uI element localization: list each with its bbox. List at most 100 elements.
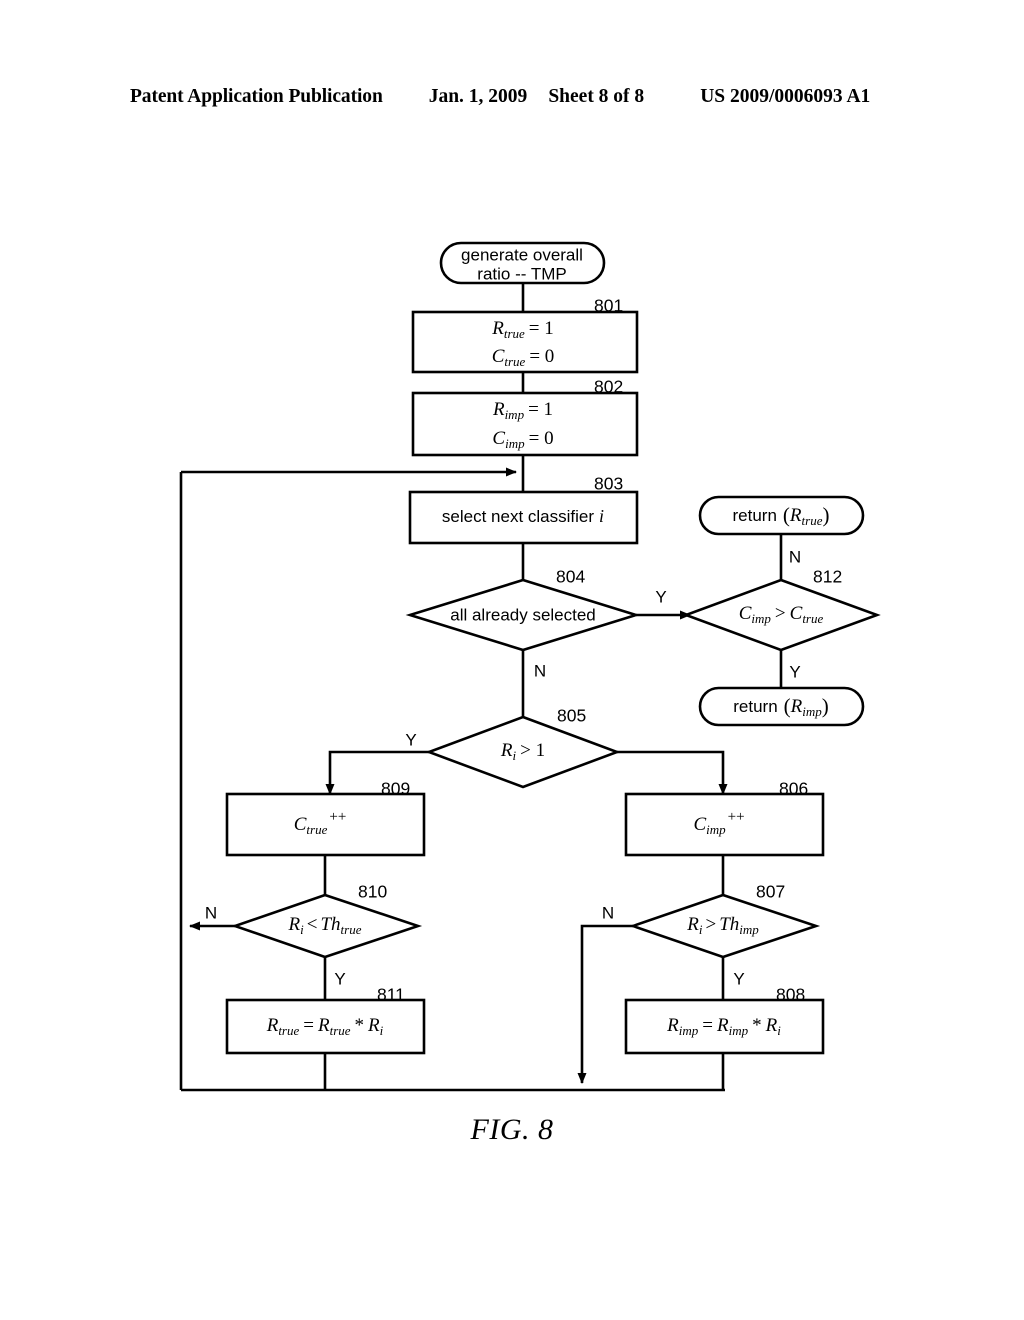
node-809: 809 Ctrue++ bbox=[225, 779, 426, 857]
node-start: generate overall ratio -- TMP bbox=[439, 241, 606, 285]
edge-805-to-806 bbox=[617, 750, 728, 795]
d812-rhs-var: C bbox=[790, 603, 803, 624]
b809-var: C bbox=[294, 814, 307, 835]
box-803-label: select next classifier i bbox=[442, 506, 604, 526]
b809-rest: ++ bbox=[329, 809, 346, 825]
box-802-shape bbox=[411, 391, 639, 457]
ref-806: 806 bbox=[779, 779, 808, 799]
box-801-line1-var: R bbox=[491, 318, 504, 339]
node-805: 805 Ri > 1 bbox=[425, 706, 621, 789]
box-801-line1-sub: true bbox=[504, 326, 525, 341]
b808-lhs-var: R bbox=[666, 1015, 679, 1036]
box-801-line2-var: C bbox=[492, 346, 505, 367]
ref-807: 807 bbox=[756, 882, 785, 902]
branch-label-807-no: N bbox=[602, 903, 614, 922]
box-803-text: select next classifier bbox=[442, 507, 594, 526]
b808-rhs-var: R bbox=[716, 1015, 729, 1036]
box-802-line1-sub: imp bbox=[505, 407, 525, 422]
d812-op: > bbox=[775, 603, 786, 624]
d807-lhs-sub: i bbox=[699, 922, 703, 937]
box-801-line2-sub: true bbox=[504, 354, 525, 369]
b808-rhs-sub: imp bbox=[729, 1023, 749, 1038]
d810-rhs-var: Th bbox=[320, 914, 340, 935]
d812-lhs-sub: imp bbox=[751, 611, 771, 626]
b811-rhs-var: R bbox=[317, 1015, 330, 1036]
node-807: 807 Ri > Thimp bbox=[629, 882, 821, 959]
box-802-line2-rest: = 0 bbox=[529, 428, 554, 449]
ref-802: 802 bbox=[594, 377, 623, 397]
b808-lhs-sub: imp bbox=[679, 1023, 699, 1038]
return-true-text: return bbox=[733, 506, 777, 525]
box-803-var: i bbox=[599, 506, 604, 526]
node-808: 808 Rimp = Rimp * Ri bbox=[624, 985, 825, 1055]
node-812: 812 Cimp > Ctrue bbox=[682, 567, 881, 652]
b808-factor-sub: i bbox=[777, 1023, 781, 1038]
b808-factor-var: R bbox=[765, 1015, 778, 1036]
box-802-line2-sub: imp bbox=[505, 436, 525, 451]
branch-label-805-yes: Y bbox=[405, 730, 416, 749]
node-804: 804 all already selected bbox=[405, 567, 641, 652]
return-imp-shape bbox=[698, 686, 865, 727]
d810-lhs-sub: i bbox=[300, 922, 304, 937]
d807-rhs-sub: imp bbox=[739, 922, 759, 937]
d805-rest: > 1 bbox=[520, 740, 545, 761]
start-label-line1: generate overall bbox=[461, 245, 583, 264]
diamond-804-label: all already selected bbox=[450, 605, 596, 624]
node-return-imp: return (Rimp) bbox=[698, 686, 865, 727]
patent-page: Patent Application Publication Jan. 1, 2… bbox=[0, 0, 1024, 1320]
branch-label-804-no: N bbox=[534, 661, 546, 680]
b811-star: * bbox=[355, 1015, 365, 1036]
return-true-sub: true bbox=[802, 513, 823, 528]
d810-lhs-var: R bbox=[288, 914, 301, 935]
return-true-open-paren: ( bbox=[783, 503, 790, 527]
figure-caption: FIG. 8 bbox=[470, 1113, 554, 1146]
d807-rhs-var: Th bbox=[719, 914, 739, 935]
box-802-line2-var: C bbox=[492, 428, 505, 449]
node-810: 810 Ri < Thtrue bbox=[231, 882, 423, 959]
box-801-line2-rest: = 0 bbox=[529, 346, 554, 367]
return-true-var: R bbox=[789, 505, 802, 526]
ref-805: 805 bbox=[557, 706, 586, 726]
d807-lhs-var: R bbox=[686, 914, 699, 935]
d812-rhs-sub: true bbox=[802, 611, 823, 626]
b811-eq: = bbox=[303, 1015, 314, 1036]
d807-op: > bbox=[705, 914, 716, 935]
diamond-805-label: Ri > 1 bbox=[500, 740, 545, 763]
ref-803: 803 bbox=[594, 474, 623, 494]
branch-label-810-yes: Y bbox=[334, 969, 345, 988]
box-802-line1-rest: = 1 bbox=[528, 399, 553, 420]
b811-lhs-sub: true bbox=[278, 1023, 299, 1038]
branch-label-812-yes: Y bbox=[789, 662, 800, 681]
return-true-shape bbox=[698, 495, 865, 536]
d810-rhs-sub: true bbox=[341, 922, 362, 937]
branch-label-812-no: N bbox=[789, 547, 801, 566]
branch-label-807-yes: Y bbox=[733, 969, 744, 988]
b806-sub: imp bbox=[706, 822, 726, 837]
b808-eq: = bbox=[702, 1015, 713, 1036]
ref-810: 810 bbox=[358, 882, 387, 902]
node-806: 806 Cimp++ bbox=[624, 779, 825, 857]
d805-sub: i bbox=[513, 748, 517, 763]
branch-label-810-no: N bbox=[205, 903, 217, 922]
node-801: 801 Rtrue = 1 Ctrue = 0 bbox=[411, 296, 639, 374]
box-802-line1-var: R bbox=[492, 399, 505, 420]
d812-lhs-var: C bbox=[739, 603, 752, 624]
edge-805-Y-to-809 bbox=[325, 750, 429, 795]
ref-811: 811 bbox=[377, 985, 405, 1005]
ref-812: 812 bbox=[813, 567, 842, 587]
ref-808: 808 bbox=[776, 985, 805, 1005]
b811-factor-var: R bbox=[367, 1015, 380, 1036]
node-return-true: return (Rtrue) bbox=[698, 495, 865, 536]
b806-var: C bbox=[693, 814, 706, 835]
ref-804: 804 bbox=[556, 567, 585, 587]
ref-809: 809 bbox=[381, 779, 410, 799]
b808-star: * bbox=[752, 1015, 762, 1036]
return-imp-var: R bbox=[790, 696, 803, 717]
b809-sub: true bbox=[306, 822, 327, 837]
return-imp-close-paren: ) bbox=[822, 694, 829, 718]
d805-var: R bbox=[500, 740, 513, 761]
b811-factor-sub: i bbox=[380, 1023, 384, 1038]
b806-rest: ++ bbox=[728, 809, 745, 825]
return-imp-sub: imp bbox=[802, 704, 822, 719]
box-801-line1-rest: = 1 bbox=[529, 318, 554, 339]
